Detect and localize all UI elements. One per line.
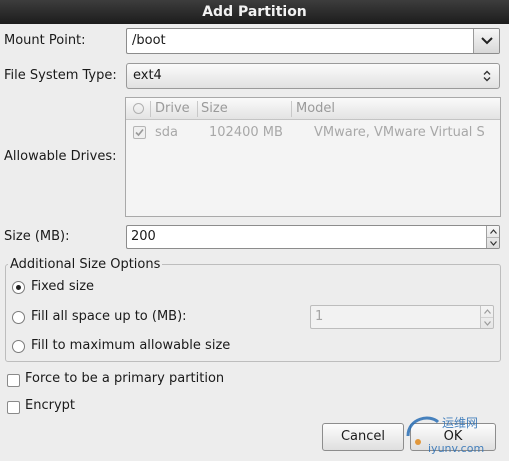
dialog-title: Add Partition — [0, 0, 509, 24]
size-label: Size (MB): — [4, 229, 70, 244]
drive-name: sda — [155, 125, 178, 140]
increment-button[interactable] — [481, 306, 493, 317]
table-row[interactable]: sda 102400 MB VMware, VMware Virtual S — [126, 122, 500, 144]
allowable-drives-label: Allowable Drives: — [4, 149, 117, 164]
drive-size: 102400 MB — [209, 125, 283, 140]
fixed-size-label[interactable]: Fixed size — [31, 279, 94, 294]
column-size[interactable]: Size — [201, 98, 228, 120]
size-options-title: Additional Size Options — [8, 257, 163, 272]
mount-point-combo[interactable]: /boot — [126, 28, 500, 54]
fs-type-value: ext4 — [133, 68, 162, 83]
primary-partition-checkbox[interactable] — [7, 374, 20, 387]
mount-point-label: Mount Point: — [4, 33, 86, 48]
size-value: 200 — [131, 229, 156, 244]
decrement-button[interactable] — [481, 317, 493, 328]
fill-upto-label[interactable]: Fill all space up to (MB): — [31, 309, 187, 324]
select-all-icon — [133, 103, 144, 114]
drives-table[interactable]: Drive Size Model sda 102400 MB VMware, V… — [125, 97, 501, 217]
encrypt-label[interactable]: Encrypt — [25, 398, 75, 413]
size-stepper[interactable] — [486, 226, 499, 248]
fs-type-label: File System Type: — [4, 68, 117, 83]
fill-max-radio[interactable] — [12, 340, 25, 353]
fixed-size-radio[interactable] — [12, 281, 25, 294]
watermark-logo: 运维网 iyunv.com — [404, 412, 484, 460]
arrow-up-icon — [483, 309, 491, 314]
fill-max-label[interactable]: Fill to maximum allowable size — [31, 338, 230, 353]
fill-upto-radio[interactable] — [12, 311, 25, 324]
updown-arrows-icon — [483, 70, 491, 82]
checkmark-icon — [135, 128, 144, 137]
mount-point-value: /boot — [132, 33, 166, 48]
arrow-down-icon — [489, 240, 497, 246]
arrow-up-icon — [489, 229, 497, 234]
arrow-down-icon — [483, 320, 491, 326]
watermark-subtext: iyunv.com — [428, 442, 485, 455]
drives-table-header: Drive Size Model — [126, 98, 500, 120]
size-spinner[interactable]: 200 — [126, 225, 500, 249]
decrement-button[interactable] — [487, 237, 499, 248]
primary-partition-label[interactable]: Force to be a primary partition — [25, 371, 224, 386]
mount-point-dropdown-button[interactable] — [473, 29, 499, 53]
column-model[interactable]: Model — [296, 98, 335, 120]
fill-upto-spinner[interactable]: 1 — [310, 305, 494, 329]
fill-upto-value: 1 — [315, 309, 324, 324]
encrypt-checkbox[interactable] — [7, 401, 20, 414]
cancel-button[interactable]: Cancel — [322, 423, 404, 451]
watermark-text: 运维网 — [442, 416, 479, 430]
column-drive[interactable]: Drive — [155, 98, 190, 120]
drive-model: VMware, VMware Virtual S — [314, 125, 485, 140]
increment-button[interactable] — [487, 226, 499, 237]
fs-type-select[interactable]: ext4 — [126, 63, 500, 89]
fill-upto-stepper[interactable] — [480, 306, 493, 328]
drive-checkbox[interactable] — [133, 126, 146, 139]
chevron-down-icon — [480, 37, 493, 45]
